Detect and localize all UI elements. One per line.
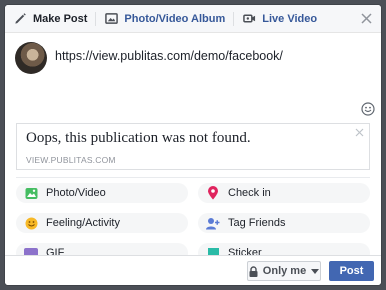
post-button[interactable]: Post xyxy=(329,261,374,281)
lock-icon xyxy=(249,265,258,277)
create-post-dialog: Make Post Photo/Video Album Live Video h… xyxy=(5,5,381,285)
option-tag-friends[interactable]: Tag Friends xyxy=(198,213,370,233)
location-pin-icon xyxy=(206,186,220,200)
audience-label: Only me xyxy=(262,265,307,277)
emoji-icon[interactable] xyxy=(361,102,375,116)
tab-label: Live Video xyxy=(262,12,318,25)
option-photo-video[interactable]: Photo/Video xyxy=(16,183,188,203)
audience-selector[interactable]: Only me xyxy=(247,261,321,281)
link-preview-title: Oops, this publication was not found. xyxy=(26,130,251,146)
option-label: Check in xyxy=(228,187,271,199)
photo-icon xyxy=(24,186,38,200)
option-feeling-activity[interactable]: Feeling/Activity xyxy=(16,213,188,233)
tag-friends-icon xyxy=(206,216,220,230)
close-icon xyxy=(360,12,372,24)
remove-preview-icon[interactable] xyxy=(355,128,364,137)
tab-live-video[interactable]: Live Video xyxy=(234,5,325,32)
post-text-input[interactable]: https://view.publitas.com/demo/facebook/ xyxy=(55,49,283,63)
option-check-in[interactable]: Check in xyxy=(198,183,370,203)
pencil-icon xyxy=(15,13,26,24)
divider xyxy=(16,177,370,178)
close-button[interactable] xyxy=(357,9,375,27)
live-video-icon xyxy=(243,14,256,23)
composer-area[interactable]: https://view.publitas.com/demo/facebook/ xyxy=(5,33,381,124)
option-label: Tag Friends xyxy=(228,217,286,229)
tab-photo-video-album[interactable]: Photo/Video Album xyxy=(96,5,233,32)
composer-footer: Only me Post xyxy=(5,255,381,285)
option-label: Photo/Video xyxy=(46,187,106,199)
tab-label: Photo/Video Album xyxy=(124,12,226,25)
link-preview-domain: VIEW.PUBLITAS.COM xyxy=(26,155,116,165)
album-icon xyxy=(105,13,119,24)
chevron-down-icon xyxy=(311,268,320,274)
avatar xyxy=(15,42,47,74)
tab-label: Make Post xyxy=(33,12,88,25)
smiley-icon xyxy=(24,216,38,230)
option-label: Feeling/Activity xyxy=(46,217,120,229)
link-preview-card[interactable]: Oops, this publication was not found. VI… xyxy=(16,123,370,170)
composer-tabs: Make Post Photo/Video Album Live Video xyxy=(5,5,381,33)
tab-make-post[interactable]: Make Post xyxy=(5,5,95,32)
